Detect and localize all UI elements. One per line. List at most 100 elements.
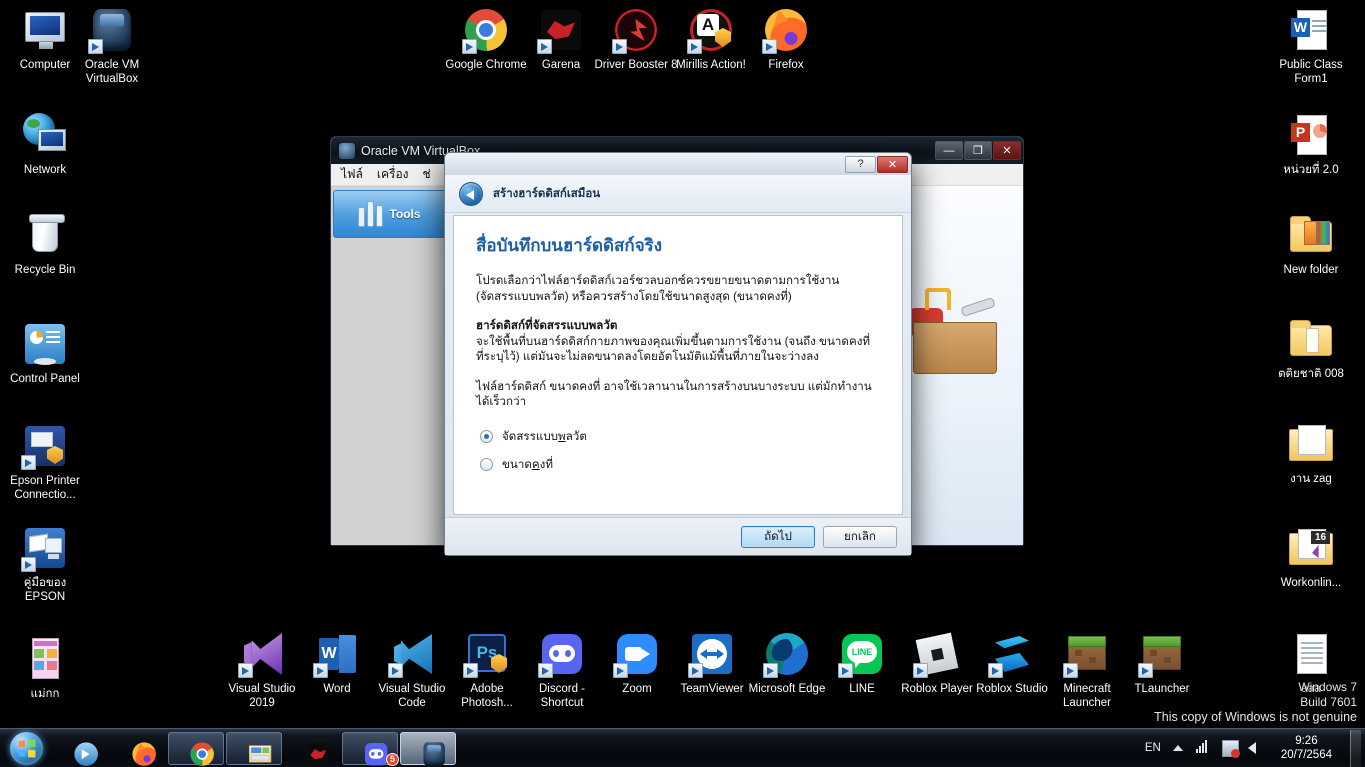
minecraft-icon bbox=[1063, 630, 1111, 678]
chrome-icon bbox=[189, 741, 214, 766]
desktop-icon-label: ตติยชาติ 008 bbox=[1278, 368, 1344, 380]
desktop-icon-garena[interactable]: Garena bbox=[518, 6, 604, 72]
desktop-icon-teamviewer[interactable]: TeamViewer bbox=[669, 630, 755, 696]
shortcut-overlay-icon bbox=[21, 455, 36, 470]
folder-pics-icon bbox=[1287, 211, 1335, 259]
dialog-close-button[interactable]: ✕ bbox=[877, 155, 908, 173]
sidebar-item-tools[interactable]: Tools bbox=[333, 190, 446, 238]
virtualbox-sidebar: Tools bbox=[331, 186, 449, 545]
help-button[interactable]: ? bbox=[845, 155, 876, 173]
desktop-icon-network[interactable]: Network bbox=[2, 111, 88, 177]
action-center-flag-icon[interactable] bbox=[1221, 739, 1240, 758]
desktop-icon-zoom[interactable]: Zoom bbox=[594, 630, 680, 696]
start-button[interactable] bbox=[2, 730, 50, 767]
shortcut-overlay-icon bbox=[762, 39, 777, 54]
desktop-icon-label: Minecraft Launcher bbox=[1063, 683, 1111, 709]
explorer-icon bbox=[247, 741, 272, 763]
desktop-icon-line[interactable]: LINE LINE bbox=[819, 630, 905, 696]
taskbar-item-windows-explorer[interactable] bbox=[226, 731, 282, 765]
garena-icon bbox=[305, 741, 330, 766]
desktop-icon-label: Epson Printer Connectio... bbox=[10, 475, 80, 501]
section-heading: ฮาร์ดดิสก์ที่จัดสรรแบบพลวัต bbox=[476, 319, 618, 332]
taskbar-item-firefox[interactable] bbox=[110, 732, 166, 766]
desktop-icon-driver-booster-8[interactable]: Driver Booster 8 bbox=[593, 6, 679, 72]
dialog-nav-title: สร้างฮาร์ดดิสก์เสมือน bbox=[493, 187, 601, 200]
volume-icon[interactable] bbox=[1247, 740, 1265, 757]
desktop-icon-adobe-photoshop[interactable]: Ps Adobe Photosh... bbox=[444, 630, 530, 710]
taskbar[interactable]: 5 EN 9:26 20/7/2564 bbox=[0, 728, 1365, 767]
globe-icon bbox=[21, 111, 69, 159]
desktop-icon-label: Google Chrome bbox=[445, 59, 527, 71]
taskbar-item-garena[interactable] bbox=[284, 732, 340, 766]
monitor-icon bbox=[21, 6, 69, 54]
desktop-icon-google-chrome[interactable]: Google Chrome bbox=[443, 6, 529, 72]
taskbar-item-google-chrome[interactable] bbox=[168, 731, 224, 766]
clock-time: 9:26 bbox=[1295, 735, 1318, 747]
desktop-icon-firefox[interactable]: Firefox bbox=[743, 6, 829, 72]
language-indicator[interactable]: EN bbox=[1145, 742, 1161, 754]
radio-indicator[interactable] bbox=[480, 430, 493, 443]
desktop-icon-recycle-bin[interactable]: Recycle Bin bbox=[2, 211, 88, 277]
taskbar-item-windows-media-player[interactable] bbox=[52, 732, 108, 766]
final-note: ไฟล์ฮาร์ดดิสก์ ขนาดคงที่ อาจใช้เวลานานใน… bbox=[476, 379, 872, 409]
maximize-button[interactable]: ❐ bbox=[964, 141, 992, 160]
desktop-icon-label: งาน zag bbox=[1290, 473, 1332, 485]
desktop-icon-label: New folder bbox=[1283, 264, 1339, 276]
menu-file[interactable]: ไฟล์ bbox=[341, 165, 363, 184]
taskbar-item-discord[interactable]: 5 bbox=[342, 731, 399, 766]
desktop-icon-epson-manual[interactable]: คู่มือของ EPSON bbox=[2, 524, 88, 604]
shortcut-overlay-icon bbox=[612, 39, 627, 54]
desktop-icon-public-class-form1[interactable]: W Public Class Form1 bbox=[1268, 6, 1354, 86]
desktop-icon-tatiyachat-008[interactable]: ตติยชาติ 008 bbox=[1268, 315, 1354, 381]
network-signal-icon[interactable] bbox=[1195, 739, 1213, 757]
roblox-icon bbox=[913, 630, 961, 678]
desktop-icon-epson-printer-connection[interactable]: Epson Printer Connectio... bbox=[2, 422, 88, 502]
cancel-button[interactable]: ยกเลิก bbox=[823, 525, 897, 548]
control-icon bbox=[21, 320, 69, 368]
desktop-icon-label: Public Class Form1 bbox=[1279, 59, 1343, 85]
desktop-icon-mirillis-action[interactable]: A Mirillis Action! bbox=[668, 6, 754, 72]
vbox-icon bbox=[421, 741, 445, 766]
next-button[interactable]: ถัดไป bbox=[741, 525, 815, 548]
back-button[interactable] bbox=[459, 181, 483, 206]
shortcut-overlay-icon bbox=[462, 39, 477, 54]
zoom-icon bbox=[613, 630, 661, 678]
desktop-icon-mae-kok[interactable]: แม่กก bbox=[2, 635, 88, 701]
desktop-icon-minecraft-launcher[interactable]: Minecraft Launcher bbox=[1044, 630, 1130, 710]
show-hidden-icons-icon[interactable] bbox=[1170, 740, 1187, 757]
watermark-line2: Build 7601 bbox=[1300, 695, 1357, 709]
show-desktop-button[interactable] bbox=[1350, 729, 1361, 767]
radio-dynamic-allocated[interactable]: จัดสรรแบบพลวัต bbox=[480, 428, 902, 446]
clock[interactable]: 9:26 20/7/2564 bbox=[1274, 734, 1339, 762]
desktop-icon-workonline[interactable]: 16 Workonlin... bbox=[1268, 524, 1354, 590]
desktop-icon-new-folder[interactable]: New folder bbox=[1268, 211, 1354, 277]
dialog-footer: ถัดไป ยกเลิก bbox=[445, 517, 911, 555]
word-doc-icon: W bbox=[1287, 6, 1335, 54]
desktop-icon-discord-shortcut[interactable]: Discord - Shortcut bbox=[519, 630, 605, 710]
desktop-icon-word[interactable]: W Word bbox=[294, 630, 380, 696]
desktop: Computer Oracle VM VirtualBox Network Recyc… bbox=[0, 0, 1365, 767]
desktop-icon-visual-studio-2019[interactable]: Visual Studio 2019 bbox=[219, 630, 305, 710]
dialog-titlebar[interactable]: ? ✕ bbox=[445, 153, 911, 175]
desktop-icon-unit-2-0[interactable]: P หน่วยที่ 2.0 bbox=[1268, 111, 1354, 177]
taskbar-item-oracle-vm-virtualbox[interactable] bbox=[400, 731, 456, 766]
close-button[interactable]: ✕ bbox=[993, 141, 1021, 160]
mirillis-icon: A bbox=[687, 6, 735, 54]
vs-icon bbox=[238, 630, 286, 678]
create-virtual-hard-disk-dialog[interactable]: ? ✕ สร้างฮาร์ดดิสก์เสมือน สื่อบันทึกบนฮา… bbox=[444, 152, 912, 556]
intro-paragraph: โปรดเลือกว่าไฟล์ฮาร์ดดิสก์เวอร์ชวลบอกซ์ค… bbox=[476, 274, 840, 303]
desktop-icon-label: Firefox bbox=[768, 59, 804, 71]
desktop-icon-control-panel[interactable]: Control Panel bbox=[2, 320, 88, 386]
desktop-icon-roblox-player[interactable]: Roblox Player bbox=[894, 630, 980, 696]
menu-help[interactable]: ช่ bbox=[423, 165, 431, 184]
desktop-icon-visual-studio-code[interactable]: Visual Studio Code bbox=[369, 630, 455, 710]
minimize-button[interactable]: — bbox=[935, 141, 963, 160]
desktop-icon-label: Roblox Studio bbox=[976, 683, 1048, 695]
menu-machine[interactable]: เครื่อง bbox=[377, 165, 409, 184]
desktop-icon-ngan-zag[interactable]: งาน zag bbox=[1268, 420, 1354, 486]
desktop-icon-microsoft-edge[interactable]: Microsoft Edge bbox=[744, 630, 830, 696]
desktop-icon-roblox-studio[interactable]: Roblox Studio bbox=[969, 630, 1055, 696]
radio-indicator[interactable] bbox=[480, 458, 493, 471]
desktop-icon-oracle-vm-virtualbox[interactable]: Oracle VM VirtualBox bbox=[69, 6, 155, 86]
radio-fixed-size[interactable]: ขนาดคงที่ bbox=[480, 456, 902, 474]
